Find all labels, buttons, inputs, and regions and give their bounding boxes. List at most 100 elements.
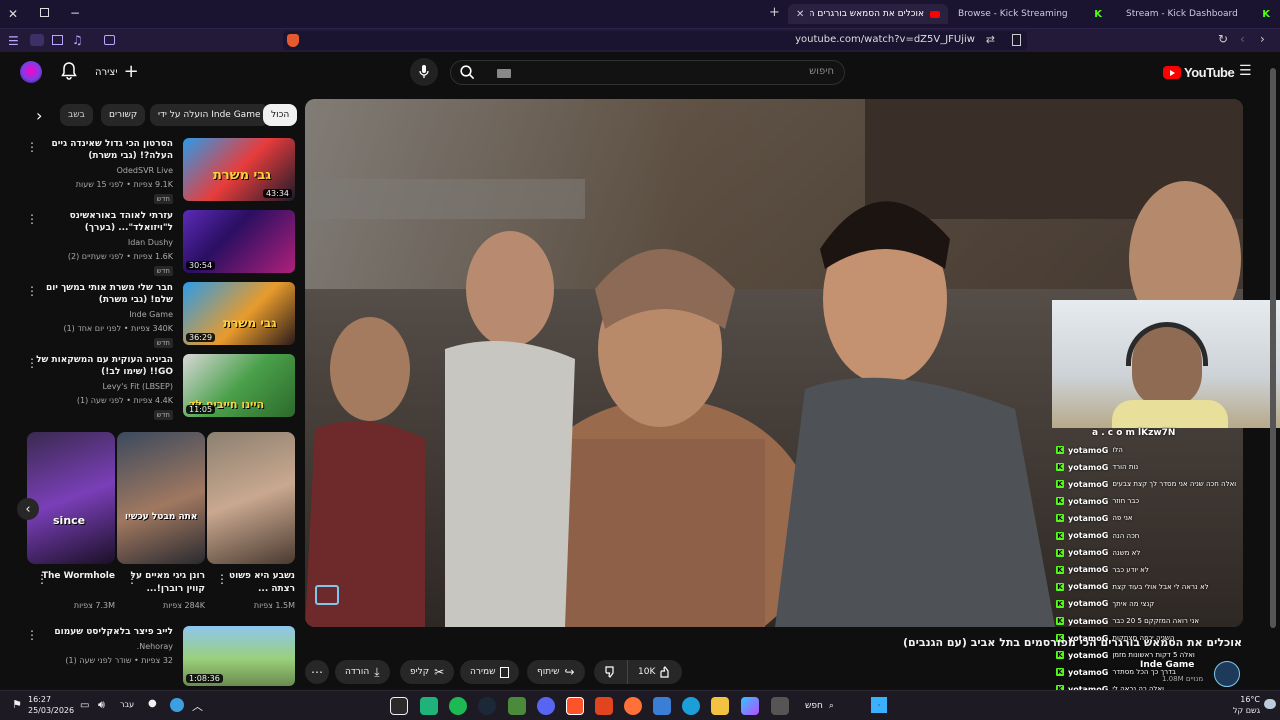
weather-widget[interactable]: 16°C גשם קל [1210,694,1260,716]
list-item[interactable]: היינו חייבים לד 11:05 הביניה העוקית עם ה… [22,354,295,420]
notifications-bell-icon[interactable] [61,62,77,80]
channel-name[interactable]: OdedSVR Live [3,166,173,175]
site-settings-icon[interactable]: ⇄ [986,33,995,46]
chip-uploaded-by[interactable]: הועלה על ידי Inde Game [150,104,269,126]
shorts-thumbnail[interactable] [207,432,295,564]
bookmark-icon[interactable] [1012,34,1021,46]
like-button[interactable]: 10K [628,660,682,684]
channel-badge[interactable]: Inde Game [1140,660,1194,670]
more-options-icon[interactable]: ⋮ [26,628,38,642]
voice-search-icon[interactable] [410,58,438,86]
chip-related[interactable]: קשורים [101,104,146,126]
spotify-icon[interactable] [449,697,467,715]
channel-watermark-icon[interactable] [315,585,339,605]
epic-games-icon[interactable] [390,697,408,715]
new-tab-icon[interactable]: + [769,5,780,20]
microphone-icon[interactable]: ● [148,698,157,709]
youtube-logo[interactable]: YouTube [1163,65,1235,80]
dislike-button[interactable] [594,660,628,684]
firefox-icon[interactable] [624,697,642,715]
url-text[interactable]: youtube.com/watch?v=dZ5V_JFUjiw [795,34,975,45]
restore-window-icon[interactable] [40,8,49,17]
music-icon[interactable]: ♫ [72,33,83,47]
copilot-icon[interactable] [741,697,759,715]
clip-button[interactable]: קליפ ✂ [400,660,455,684]
tabs-icon[interactable] [30,34,44,46]
video-thumbnail[interactable]: גבי משרת 43:34 [183,138,295,201]
video-title[interactable]: הביניה העוקית עם המשקאות של GO!! (שימו ל… [23,354,173,378]
sidebar-icon[interactable] [52,35,63,45]
shorts-thumbnail[interactable]: since [27,432,115,564]
forward-icon[interactable]: › [1260,32,1265,46]
video-title[interactable]: חבר שלי משרת אותי במשך יום שלם! (גבי משר… [23,282,173,306]
close-window-icon[interactable]: ✕ [8,7,18,21]
video-thumbnail[interactable]: היינו חייבים לד 11:05 [183,354,295,417]
tab-kick-dashboard[interactable]: Stream - Kick Dashboard K [1118,4,1278,24]
chips-next-icon[interactable]: › [36,106,42,125]
tab-youtube[interactable]: ✕ אוכלים את הסמאש בורגרים ה [788,4,948,24]
search-icon[interactable] [460,65,475,80]
language-indicator[interactable]: עבר [120,700,134,709]
battery-icon[interactable]: ▭ [80,700,89,711]
guide-menu-icon[interactable]: ☰ [1239,63,1252,79]
discord-icon[interactable] [537,697,555,715]
network-icon[interactable] [170,698,184,712]
edge-icon[interactable] [682,697,700,715]
screenshot-icon[interactable] [104,35,115,45]
chip-all[interactable]: הכול [263,104,298,126]
share-button[interactable]: שיתוף ↪ [527,660,585,684]
more-options-icon[interactable]: ⋮ [26,140,38,154]
shorts-thumbnail[interactable]: אתה מבטל עכשיו [117,432,205,564]
chevron-up-icon[interactable]: ︿ [192,698,203,714]
more-options-icon[interactable]: ⋮ [126,572,138,586]
tab-close-icon[interactable]: ✕ [796,9,804,20]
more-options-icon[interactable]: ⋮ [36,572,48,586]
notification-icon[interactable]: ⚑ [12,698,22,711]
video-thumbnail[interactable]: 1:08:36 [183,626,295,686]
volume-icon[interactable]: 🔊︎ [98,698,105,712]
video-title[interactable]: הסרטון הכי גדול שאינדה גיים העלה?! (גבי … [23,138,174,162]
task-view-icon[interactable] [771,697,789,715]
brave-alt-icon[interactable] [595,697,613,715]
minimize-window-icon[interactable]: − [70,6,80,20]
taskbar-search[interactable]: חפש ⌕ [805,697,855,715]
list-item[interactable]: גבי משרת 36:29 חבר שלי משרת אותי במשך יו… [22,282,295,348]
file-explorer-icon[interactable] [711,697,729,715]
start-icon[interactable] [871,697,887,713]
brave-icon[interactable] [566,697,584,715]
scrollbar-thumb[interactable] [1270,68,1276,628]
channel-name[interactable]: Nehoray. [3,642,173,651]
search-box[interactable]: חיפוש [450,60,845,85]
channel-name[interactable]: Idan Dushy [3,238,173,247]
xbox-icon[interactable] [508,697,526,715]
keyboard-icon[interactable] [497,69,511,78]
shield-icon[interactable] [287,34,299,47]
search-input[interactable]: חיפוש [809,66,834,77]
reload-icon[interactable]: ↻ [1218,32,1228,46]
profile-avatar[interactable] [20,61,42,83]
video-thumbnail[interactable]: גבי משרת 36:29 [183,282,295,345]
more-actions-icon[interactable]: ⋯ [305,660,329,684]
download-button[interactable]: הורדה ⤓ [335,660,390,684]
more-options-icon[interactable]: ⋮ [26,284,38,298]
more-options-icon[interactable]: ⋮ [26,356,38,370]
more-options-icon[interactable]: ⋮ [26,212,38,226]
save-button[interactable]: שמירה [460,660,520,684]
page-scrollbar[interactable] [1270,58,1276,688]
video-title[interactable]: עזרתי לאוהד באוראשינס ל"ויזואלד"... (בער… [23,210,173,234]
address-bar[interactable]: youtube.com/watch?v=dZ5V_JFUjiw ⇄ [283,31,1027,50]
tab-kick-browse[interactable]: Browse - Kick Streaming K [950,4,1110,24]
back-icon[interactable]: ‹ [1240,32,1245,46]
steam-icon[interactable] [478,697,496,715]
more-options-icon[interactable]: ⋮ [216,572,228,586]
menu-icon[interactable]: ☰ [8,34,19,48]
channel-name[interactable]: Levy's Fit (LBSEP) [3,382,173,391]
video-title[interactable]: לייב פיצר בלאקליסט שעמום [23,626,173,638]
video-thumbnail[interactable]: 30:54 [183,210,295,273]
channel-name[interactable]: Inde Game [3,310,173,319]
clock[interactable]: 16:27 25/03/2026 [28,694,74,716]
shorts-prev-icon[interactable]: ‹ [17,498,39,520]
store-icon[interactable] [653,697,671,715]
app-icon[interactable] [420,697,438,715]
chip-stateful[interactable]: בשב [60,104,93,126]
